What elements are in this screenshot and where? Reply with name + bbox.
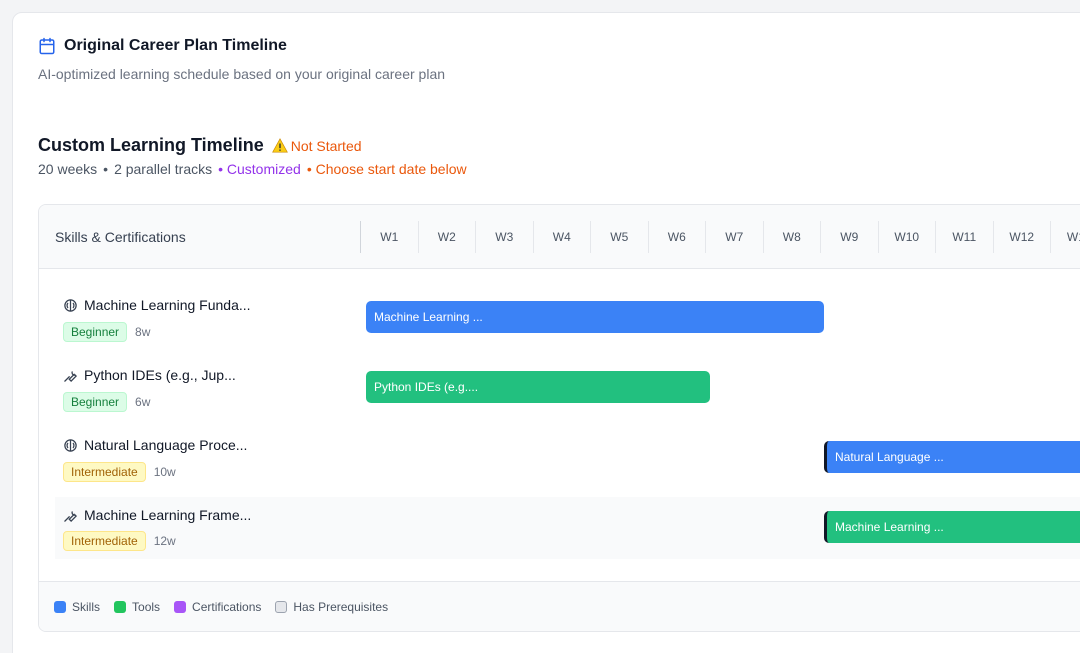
timeline-bar-tool[interactable]: Python IDEs (e.g.... [366, 371, 710, 403]
week-header: W8 [764, 221, 821, 253]
tracks-count: 2 parallel tracks [114, 161, 213, 177]
timeline-card: Original Career Plan Timeline AI-optimiz… [12, 12, 1080, 653]
prerequisites-swatch [275, 600, 288, 613]
week-header: W11 [936, 221, 994, 253]
timeline-title: Custom Learning Timeline [38, 135, 264, 155]
row-meta: Beginner 6w [63, 392, 150, 412]
legend-tools-label: Tools [132, 599, 161, 614]
calendar-icon [38, 37, 56, 55]
week-columns: W1 W2 W3 W4 W5 W6 W7 W8 W9 W10 W11 W12 W… [360, 221, 1080, 253]
row-name-text: Machine Learning Funda... [84, 297, 251, 313]
duration-label: 6w [135, 395, 151, 409]
row-title: Python IDEs (e.g., Jup... [63, 367, 236, 383]
row-title: Machine Learning Frame... [63, 507, 251, 523]
week-header: W6 [649, 221, 706, 253]
week-header: W1 [361, 221, 419, 253]
certifications-swatch [174, 600, 187, 613]
card-header: Original Career Plan Timeline [38, 37, 287, 55]
timeline-title-row: Custom Learning Timeline Not Started [38, 135, 362, 156]
duration-label: 12w [153, 534, 176, 548]
customized-label: • Customized [218, 161, 301, 177]
row-meta: Intermediate 12w [63, 531, 176, 551]
weeks-count: 20 weeks [38, 161, 98, 177]
row-meta: Beginner 8w [63, 322, 150, 342]
column-label: Skills & Certifications [55, 229, 186, 245]
start-date-hint: • Choose start date below [306, 161, 467, 177]
status-badge: Not Started [271, 137, 362, 154]
week-header: W13 [1051, 221, 1080, 253]
tools-swatch [114, 600, 127, 613]
legend-skills: Skills [54, 600, 100, 614]
card-subtitle: AI-optimized learning schedule based on … [38, 66, 446, 82]
level-badge: Beginner [63, 322, 128, 342]
week-header: W2 [419, 221, 476, 253]
timeline-grid: Skills & Certifications W1 W2 W3 W4 W5 W… [38, 204, 1080, 632]
grid-header: Skills & Certifications W1 W2 W3 W4 W5 W… [39, 205, 1080, 269]
wrench-icon [63, 508, 78, 523]
legend-prerequisites-label: Has Prerequisites [293, 599, 389, 614]
skills-swatch [54, 600, 66, 613]
level-badge: Beginner [63, 392, 128, 412]
level-badge: Intermediate [63, 531, 146, 551]
week-header: W5 [591, 221, 649, 253]
row-meta: Intermediate 10w [63, 462, 176, 482]
week-header: W12 [994, 221, 1051, 253]
legend-certifications-label: Certifications [192, 599, 262, 614]
legend-tools: Tools [114, 600, 160, 614]
row-title: Natural Language Proce... [63, 437, 247, 453]
duration-label: 8w [135, 325, 151, 339]
timeline-bar-skill[interactable]: Natural Language ... [824, 441, 1080, 473]
legend-prerequisites: Has Prerequisites [275, 600, 388, 614]
row-title: Machine Learning Funda... [63, 297, 251, 313]
warning-icon [271, 138, 288, 153]
brain-icon [63, 438, 78, 453]
row-name-text: Machine Learning Frame... [84, 507, 252, 523]
status-text: Not Started [290, 137, 362, 154]
week-header: W3 [476, 221, 534, 253]
timeline-bar-skill[interactable]: Machine Learning ... [366, 301, 824, 333]
legend-skills-label: Skills [72, 599, 101, 614]
duration-label: 10w [153, 465, 176, 479]
meta-separator: • [103, 161, 109, 177]
wrench-icon [63, 368, 78, 383]
legend: Skills Tools Certifications Has Prerequi… [39, 581, 1080, 631]
week-header: W4 [534, 221, 591, 253]
card-title: Original Career Plan Timeline [64, 37, 287, 54]
week-header: W9 [821, 221, 879, 253]
timeline-meta: 20 weeks • 2 parallel tracks • Customize… [38, 161, 467, 177]
level-badge: Intermediate [63, 462, 146, 482]
row-name-text: Natural Language Proce... [84, 437, 248, 453]
week-header: W10 [879, 221, 936, 253]
brain-icon [63, 298, 78, 313]
week-header: W7 [706, 221, 764, 253]
legend-certifications: Certifications [174, 600, 261, 614]
timeline-bar-tool[interactable]: Machine Learning ... [824, 511, 1080, 543]
row-name-text: Python IDEs (e.g., Jup... [84, 367, 236, 383]
